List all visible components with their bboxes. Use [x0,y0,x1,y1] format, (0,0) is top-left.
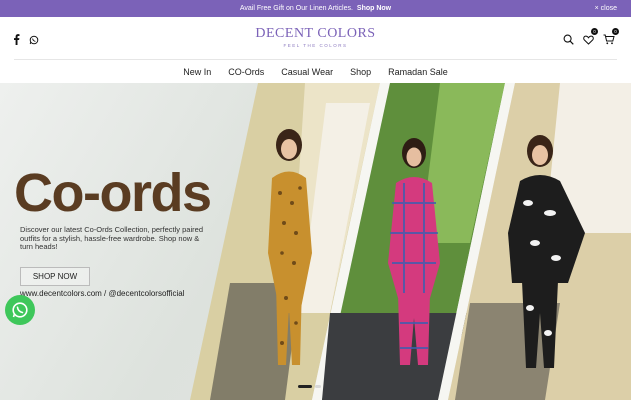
wishlist-count-badge: 0 [591,28,598,35]
nav-item-ramadan-sale[interactable]: Ramadan Sale [388,67,448,77]
close-announcement-button[interactable]: × close [595,0,617,17]
whatsapp-chat-icon [12,302,28,318]
whatsapp-chat-button[interactable] [5,295,35,325]
slider-dots [298,385,321,388]
hero-banner[interactable]: Co-ords Discover our latest Co-Ords Coll… [0,83,631,400]
slider-dot-2[interactable] [315,385,321,388]
slider-dot-1[interactable] [298,385,312,388]
hero-handles: www.decentcolors.com / @decentcolorsoffi… [20,289,185,298]
announcement-message: Avail Free Gift on Our Linen Articles. [239,5,353,12]
site-logo[interactable]: DECENT COLORS FEEL THE COLORS [0,26,631,48]
announcement-bar: Avail Free Gift on Our Linen Articles. S… [0,0,631,17]
nav-item-casual-wear[interactable]: Casual Wear [281,67,333,77]
close-label: close [600,5,617,12]
hero-description: Discover our latest Co-Ords Collection, … [20,225,203,251]
brand-name: DECENT COLORS [255,26,376,41]
nav-item-new-in[interactable]: New In [183,67,211,77]
shop-now-button[interactable]: SHOP NOW [20,267,90,286]
nav-item-co-ords[interactable]: CO-Ords [228,67,264,77]
wishlist-button[interactable]: 0 [583,28,598,50]
heart-icon [583,35,594,45]
hero-title: Co-ords [14,163,212,223]
page-below-fold [0,400,631,420]
site-header: DECENT COLORS FEEL THE COLORS 0 0 [0,17,631,59]
brand-tagline: FEEL THE COLORS [283,43,348,48]
announcement-text: Avail Free Gift on Our Linen Articles. S… [240,5,391,12]
cart-icon [603,34,615,45]
search-icon[interactable] [563,32,574,50]
shop-now-link[interactable]: Shop Now [357,5,391,12]
main-nav: New In CO-Ords Casual Wear Shop Ramadan … [0,60,631,83]
cart-count-badge: 0 [612,28,619,35]
cart-button[interactable]: 0 [603,28,619,50]
header-actions: 0 0 [563,28,619,50]
nav-item-shop[interactable]: Shop [350,67,371,77]
